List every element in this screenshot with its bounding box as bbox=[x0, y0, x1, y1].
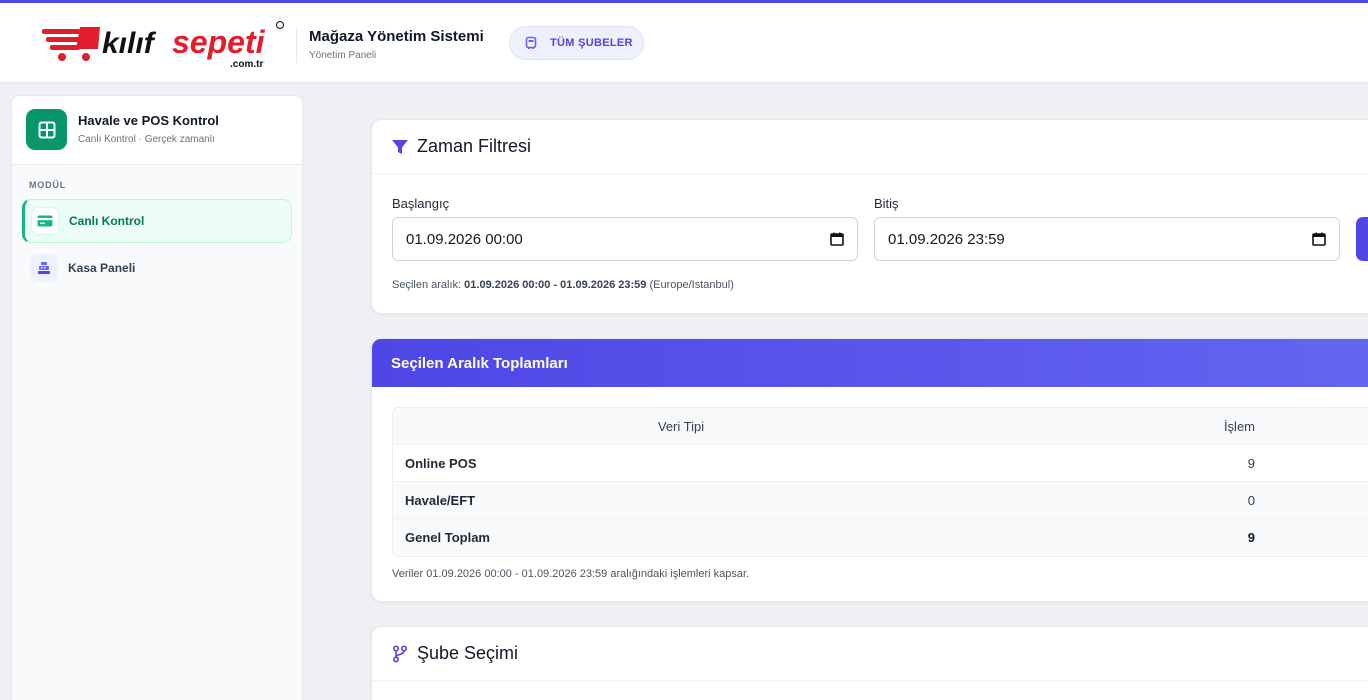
start-label: Başlangıç bbox=[392, 196, 450, 211]
sidebar-title: Havale ve POS Kontrol bbox=[78, 113, 219, 128]
row-type: Havale/EFT bbox=[405, 492, 476, 508]
store-icon bbox=[525, 36, 537, 49]
column-header-count: İşlem bbox=[1223, 418, 1255, 434]
end-label: Bitiş bbox=[874, 196, 899, 211]
header-divider bbox=[296, 29, 297, 63]
totals-card: Seçilen Aralık Toplamları Veri Tipi İşle… bbox=[371, 338, 1368, 602]
app-title: Mağaza Yönetim Sistemi bbox=[309, 28, 484, 45]
sidebar-item-label: Canlı Kontrol bbox=[69, 214, 145, 228]
kilif-sepeti-logo[interactable]: kılıf sepeti .com.tr bbox=[42, 19, 284, 71]
row-type: Online POS bbox=[405, 455, 477, 471]
module-grid-icon bbox=[26, 109, 67, 150]
time-filter-title: Zaman Filtresi bbox=[417, 136, 532, 156]
all-branches-button[interactable]: TÜM ŞUBELER bbox=[509, 26, 644, 60]
range-value: 01.09.2026 00:00 - 01.09.2026 23:59 bbox=[464, 279, 647, 291]
column-header-type: Veri Tipi bbox=[657, 418, 705, 434]
svg-text:.com.tr: .com.tr bbox=[230, 59, 263, 70]
table-row: Havale/EFT 0 bbox=[393, 482, 1368, 519]
branch-select-title: Şube Seçimi bbox=[417, 643, 519, 663]
table-row-total: Genel Toplam 9 bbox=[393, 519, 1368, 556]
range-prefix: Seçilen aralık: bbox=[392, 279, 462, 291]
sidebar-item-label: Kasa Paneli bbox=[68, 261, 136, 275]
end-date-input[interactable]: 01.09.2026 23:59 bbox=[874, 217, 1340, 261]
totals-title: Seçilen Aralık Toplamları bbox=[391, 354, 568, 372]
time-filter-card: Zaman Filtresi Başlangıç 01.09.2026 00:0… bbox=[371, 119, 1368, 314]
cash-register-icon bbox=[30, 254, 58, 282]
svg-text:sepeti: sepeti bbox=[172, 24, 266, 60]
table-header-row: Veri Tipi İşlem bbox=[393, 408, 1368, 445]
sidebar-section-label: MODÜL bbox=[29, 180, 66, 190]
totals-table: Veri Tipi İşlem Online POS 9 Havale/EFT … bbox=[392, 407, 1368, 557]
totals-header: Seçilen Aralık Toplamları bbox=[372, 339, 1368, 387]
sidebar-header: Havale ve POS Kontrol Canlı Kontrol · Ge… bbox=[12, 96, 302, 165]
card-icon bbox=[31, 207, 59, 235]
calendar-icon[interactable] bbox=[830, 232, 844, 246]
end-date-value: 01.09.2026 23:59 bbox=[888, 230, 1005, 248]
all-branches-label: TÜM ŞUBELER bbox=[550, 37, 633, 49]
table-row: Online POS 9 bbox=[393, 445, 1368, 482]
calendar-icon[interactable] bbox=[1312, 232, 1326, 246]
apply-filter-button[interactable] bbox=[1356, 217, 1368, 261]
selected-range-note: Seçilen aralık: 01.09.2026 00:00 - 01.09… bbox=[392, 279, 734, 291]
row-count: 0 bbox=[1247, 492, 1255, 508]
app-subtitle: Yönetim Paneli bbox=[309, 50, 377, 61]
filter-icon bbox=[392, 139, 408, 154]
start-date-value: 01.09.2026 00:00 bbox=[406, 230, 523, 248]
svg-text:kılıf: kılıf bbox=[102, 27, 157, 60]
sidebar-item-canli-kontrol[interactable]: Canlı Kontrol bbox=[22, 199, 292, 243]
git-branch-icon bbox=[392, 644, 408, 663]
sidebar-subtitle: Canlı Kontrol · Gerçek zamanlı bbox=[78, 134, 215, 145]
sidebar-item-kasa-paneli[interactable]: Kasa Paneli bbox=[22, 246, 292, 290]
time-filter-header: Zaman Filtresi bbox=[372, 120, 1368, 174]
start-date-input[interactable]: 01.09.2026 00:00 bbox=[392, 217, 858, 261]
branch-select-header: Şube Seçimi bbox=[372, 627, 1368, 681]
row-count: 9 bbox=[1247, 455, 1255, 471]
totals-footnote: Veriler 01.09.2026 00:00 - 01.09.2026 23… bbox=[392, 568, 750, 580]
row-type: Genel Toplam bbox=[405, 530, 490, 545]
row-count: 9 bbox=[1247, 530, 1255, 545]
range-timezone: (Europe/Istanbul) bbox=[649, 279, 734, 291]
sidebar: Havale ve POS Kontrol Canlı Kontrol · Ge… bbox=[11, 95, 303, 700]
branch-select-card: Şube Seçimi bbox=[371, 626, 1368, 700]
app-header: kılıf sepeti .com.tr Mağaza Yönetim Sist… bbox=[0, 3, 1368, 83]
